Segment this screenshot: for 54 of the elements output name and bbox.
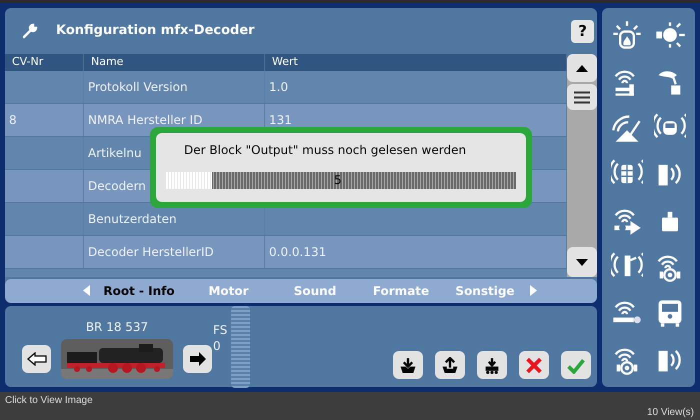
scroll-down-button[interactable] (567, 247, 597, 278)
help-button[interactable]: ? (571, 20, 594, 43)
download-to-locomotive-icon (483, 356, 502, 374)
tab[interactable]: Root - Info (92, 280, 186, 302)
table-cell-text: Decodern (88, 178, 146, 196)
table-cell-text: Decoder HerstellerID (88, 244, 214, 262)
read-locomotive-button[interactable] (477, 351, 508, 379)
upload-from-tray-icon (441, 356, 460, 374)
dialog-message: Der Block "Output" muss noch gelesen werden (183, 142, 468, 159)
triangle-up-icon (576, 64, 588, 72)
speed-slider[interactable] (231, 306, 250, 388)
table-cell-text: 8 (9, 112, 17, 130)
progress-label: 5 (334, 172, 342, 189)
checkmark-icon (567, 356, 586, 374)
column-header: CV-Nr (12, 54, 44, 70)
back-button[interactable] (22, 345, 51, 373)
table-cell-text: NMRA Hersteller ID (88, 112, 202, 130)
triangle-right-icon (530, 285, 536, 296)
tab[interactable]: Motor (186, 280, 271, 302)
cancel-button[interactable] (519, 351, 550, 379)
tab[interactable]: Formate (359, 280, 443, 302)
download-to-tray-icon (399, 356, 418, 374)
locomotive-name: BR 18 537 (86, 319, 148, 336)
menu-button[interactable] (567, 84, 597, 110)
caption: Click to View Image (5, 394, 93, 408)
scrollbar[interactable] (567, 54, 597, 278)
table-cell-text: 131 (269, 112, 292, 130)
column-header: Wert (272, 54, 298, 70)
wrench-icon (22, 23, 38, 40)
table-cell-text: Protokoll Version (88, 79, 188, 96)
forward-button[interactable] (183, 345, 212, 373)
scroll-up-button[interactable] (567, 54, 597, 82)
triangle-left-icon (82, 285, 90, 296)
next-tab-button[interactable] (527, 284, 539, 298)
table-cell-text: 1.0 (269, 79, 288, 96)
speed-value: 0 (213, 338, 222, 354)
table-cell-text: Artikelnu (88, 145, 142, 162)
tab[interactable]: Sound (271, 280, 359, 302)
table-cell-text: Benutzerdaten (88, 211, 177, 228)
cross-icon (525, 356, 544, 374)
menu-icon (574, 90, 590, 104)
outline-arrow-left-icon (26, 352, 46, 366)
window-title: Konfiguration mfx-Decoder (56, 22, 255, 40)
view-count: 10 View(s) (646, 406, 694, 420)
table-cell-text: 0.0.0.131 (269, 244, 326, 262)
write-button[interactable] (435, 351, 466, 379)
triangle-down-icon (576, 258, 588, 266)
tab[interactable]: Sonstige (443, 280, 527, 302)
read-button[interactable] (393, 351, 424, 379)
flame-light-icon[interactable] (610, 19, 643, 52)
confirm-button[interactable] (561, 351, 592, 379)
speed-label: FS (213, 322, 228, 338)
column-header: Name (91, 54, 124, 70)
arrow-right-icon (188, 352, 206, 366)
